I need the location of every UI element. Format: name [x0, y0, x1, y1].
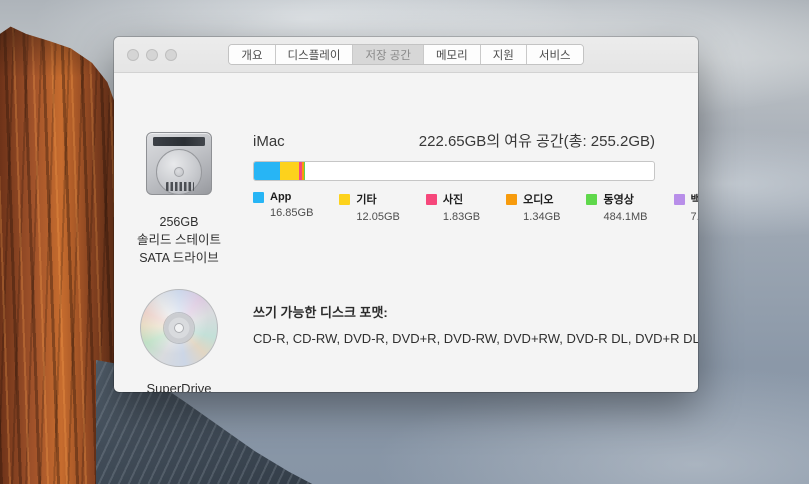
drive-type-line1: 솔리드 스테이트 [120, 231, 238, 249]
tab-메모리[interactable]: 메모리 [424, 45, 481, 64]
tab-서비스[interactable]: 서비스 [527, 45, 583, 64]
zoom-button[interactable] [165, 49, 177, 61]
legend-value: 7.6MB [674, 211, 699, 223]
storage-bar-segment-기타 [280, 162, 299, 180]
superdrive-block: SuperDrive [120, 289, 238, 392]
legend-item-백업: 백업 7.6MB [674, 191, 699, 223]
drive-size: 256GB [120, 213, 238, 231]
storage-usage-bar [253, 161, 655, 181]
tab-디스플레이[interactable]: 디스플레이 [276, 45, 354, 64]
legend-swatch [506, 194, 517, 205]
hard-drive-icon [144, 129, 214, 199]
storage-detail-column: iMac 222.65GB의 여유 공간(총: 255.2GB) App 16.8… [253, 73, 655, 223]
tab-bar: 개요디스플레이저장 공간메모리지원서비스 [228, 44, 583, 65]
storage-legend: App 16.85GB 기타 12.05GB 사진 1.83GB 오디오 1.34GB 동영상 4… [253, 191, 655, 223]
minimize-button[interactable] [146, 49, 158, 61]
superdrive-disc-icon [140, 289, 218, 367]
legend-swatch [339, 194, 350, 205]
legend-item-기타: 기타 12.05GB [339, 191, 399, 223]
legend-label: 오디오 [523, 191, 553, 207]
writable-formats-list: CD-R, CD-RW, DVD-R, DVD+R, DVD-RW, DVD+R… [253, 331, 693, 346]
legend-item-사진: 사진 1.83GB [426, 191, 480, 223]
tab-개요[interactable]: 개요 [229, 45, 275, 64]
legend-value: 484.1MB [586, 211, 647, 223]
free-space-label: 222.65GB의 여유 공간(총: 255.2GB) [419, 130, 655, 151]
legend-swatch [674, 194, 685, 205]
traffic-lights [127, 37, 177, 72]
storage-bar-segment-App [254, 162, 280, 180]
legend-value: 12.05GB [339, 211, 399, 223]
legend-label: 동영상 [603, 191, 633, 207]
legend-value: 1.34GB [506, 211, 560, 223]
superdrive-name: SuperDrive [120, 381, 238, 392]
legend-item-오디오: 오디오 1.34GB [506, 191, 560, 223]
drive-type-line2: SATA 드라이브 [120, 249, 238, 267]
legend-value: 1.83GB [426, 211, 480, 223]
legend-label: 사진 [443, 191, 463, 207]
legend-swatch [586, 194, 597, 205]
device-title: iMac [253, 133, 285, 150]
legend-label: 백업 [691, 191, 699, 207]
legend-item-동영상: 동영상 484.1MB [586, 191, 647, 223]
legend-label: App [270, 191, 291, 203]
legend-label: 기타 [356, 191, 376, 207]
legend-value: 16.85GB [253, 207, 313, 219]
storage-bar-segment-동영상 [304, 162, 305, 180]
close-button[interactable] [127, 49, 139, 61]
drive-caption: 256GB 솔리드 스테이트 SATA 드라이브 [120, 213, 238, 267]
internal-drive-block: 256GB 솔리드 스테이트 SATA 드라이브 [120, 129, 238, 267]
tab-지원[interactable]: 지원 [481, 45, 527, 64]
storage-header: iMac 222.65GB의 여유 공간(총: 255.2GB) [253, 130, 655, 151]
titlebar[interactable]: 개요디스플레이저장 공간메모리지원서비스 [114, 37, 698, 73]
writable-formats-title: 쓰기 가능한 디스크 포맷: [253, 302, 388, 321]
legend-item-App: App 16.85GB [253, 191, 313, 223]
tab-저장 공간[interactable]: 저장 공간 [353, 45, 424, 64]
about-this-mac-window: 개요디스플레이저장 공간메모리지원서비스 256GB 솔리드 스테이트 SATA… [114, 37, 698, 392]
legend-swatch [426, 194, 437, 205]
legend-swatch [253, 192, 264, 203]
storage-pane: 256GB 솔리드 스테이트 SATA 드라이브 SuperDrive iMac… [114, 73, 698, 392]
